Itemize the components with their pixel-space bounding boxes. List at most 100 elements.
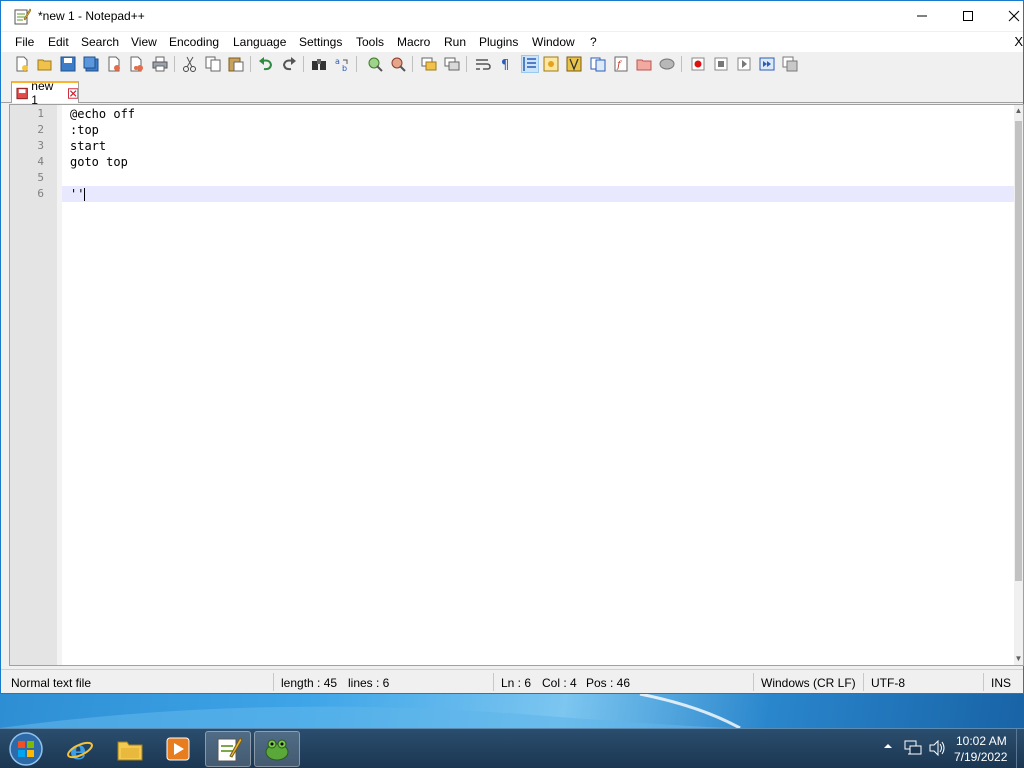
indent-guide-button[interactable] bbox=[521, 55, 539, 73]
word-wrap-button[interactable] bbox=[474, 55, 492, 73]
status-separator bbox=[753, 673, 754, 691]
code-line[interactable]: goto top bbox=[70, 154, 128, 170]
playback-macro-button[interactable] bbox=[735, 55, 753, 73]
tab-label: new 1 bbox=[31, 79, 54, 107]
undo-button[interactable] bbox=[257, 55, 275, 73]
menu-language[interactable]: Language bbox=[233, 35, 286, 49]
redo-button[interactable] bbox=[280, 55, 298, 73]
taskbar-python-app[interactable] bbox=[254, 731, 300, 767]
replace-icon: ab bbox=[335, 57, 348, 72]
copy-button[interactable] bbox=[204, 55, 222, 73]
toolbar-separator bbox=[356, 56, 357, 72]
print-button[interactable] bbox=[151, 55, 169, 73]
start-button[interactable] bbox=[6, 730, 46, 768]
save-button[interactable] bbox=[59, 55, 77, 73]
menu-settings[interactable]: Settings bbox=[299, 35, 342, 49]
clock-time[interactable]: 10:02 AM bbox=[956, 734, 1007, 748]
code-line[interactable]: :top bbox=[70, 122, 99, 138]
taskbar-media-player[interactable] bbox=[155, 731, 201, 767]
document-map-button[interactable] bbox=[565, 55, 583, 73]
status-eol-format[interactable]: Windows (CR LF) bbox=[761, 676, 856, 690]
menu-macro[interactable]: Macro bbox=[397, 35, 430, 49]
media-player-icon bbox=[166, 737, 190, 761]
zoom-in-button[interactable] bbox=[366, 55, 384, 73]
volume-button[interactable] bbox=[929, 739, 947, 759]
paste-button[interactable] bbox=[227, 55, 245, 73]
menu-search[interactable]: Search bbox=[81, 35, 119, 49]
vertical-scrollbar[interactable]: ▲ ▼ bbox=[1014, 105, 1023, 665]
taskbar-file-explorer[interactable] bbox=[107, 731, 153, 767]
status-insert-mode[interactable]: INS bbox=[991, 676, 1011, 690]
cut-button[interactable] bbox=[181, 55, 199, 73]
save-all-button[interactable] bbox=[82, 55, 100, 73]
file-explorer-icon bbox=[117, 741, 143, 761]
zoom-out-icon bbox=[391, 57, 406, 72]
maximize-button[interactable] bbox=[945, 1, 991, 31]
line-number: 2 bbox=[37, 123, 44, 136]
scroll-down-arrow-icon[interactable]: ▼ bbox=[1014, 653, 1023, 665]
replace-button[interactable]: ab bbox=[333, 55, 351, 73]
close-all-button[interactable] bbox=[128, 55, 146, 73]
close-file-button[interactable] bbox=[105, 55, 123, 73]
taskbar-internet-explorer[interactable]: e bbox=[57, 731, 103, 767]
folder-as-workspace-button[interactable] bbox=[635, 55, 653, 73]
save-macro-button[interactable] bbox=[781, 55, 799, 73]
close-all-icon bbox=[130, 56, 143, 72]
show-all-characters-button[interactable]: ¶ bbox=[497, 55, 515, 73]
menu-edit[interactable]: Edit bbox=[48, 35, 69, 49]
minimize-button[interactable] bbox=[899, 1, 945, 31]
scroll-up-arrow-icon[interactable]: ▲ bbox=[1014, 105, 1023, 117]
tab-new-1[interactable]: new 1 bbox=[11, 79, 79, 107]
network-icon bbox=[904, 740, 922, 755]
close-document-button[interactable]: X bbox=[1014, 34, 1023, 49]
code-line[interactable]: start bbox=[70, 138, 106, 154]
sync-vertical-icon bbox=[421, 57, 437, 71]
new-file-button[interactable] bbox=[13, 55, 31, 73]
taskbar: e 10:02 AM 7/19/2022 bbox=[0, 728, 1024, 768]
show-desktop-button[interactable] bbox=[1016, 729, 1024, 768]
title-bar[interactable]: *new 1 - Notepad++ bbox=[1, 1, 1023, 31]
menu-help[interactable]: ? bbox=[590, 35, 597, 49]
sync-vertical-button[interactable] bbox=[420, 55, 438, 73]
scrollbar-thumb[interactable] bbox=[1015, 121, 1022, 581]
record-macro-button[interactable] bbox=[689, 55, 707, 73]
code-line[interactable]: '' bbox=[70, 186, 84, 202]
clock-date[interactable]: 7/19/2022 bbox=[954, 750, 1007, 764]
status-length: length : 45 bbox=[281, 676, 338, 690]
user-defined-language-button[interactable] bbox=[542, 55, 560, 73]
menu-view[interactable]: View bbox=[131, 35, 157, 49]
status-encoding[interactable]: UTF-8 bbox=[871, 676, 905, 690]
zoom-out-button[interactable] bbox=[389, 55, 407, 73]
sync-horizontal-button[interactable] bbox=[443, 55, 461, 73]
monitoring-button[interactable] bbox=[658, 55, 676, 73]
chevron-up-icon bbox=[884, 744, 892, 748]
windows-start-orb-icon bbox=[9, 732, 43, 766]
find-button[interactable] bbox=[310, 55, 328, 73]
minimize-icon bbox=[917, 15, 927, 17]
svg-text:¶: ¶ bbox=[501, 58, 509, 72]
svg-text:a: a bbox=[335, 57, 340, 66]
taskbar-notepadpp[interactable] bbox=[205, 731, 251, 767]
close-window-button[interactable] bbox=[991, 1, 1024, 31]
menu-file[interactable]: File bbox=[15, 35, 34, 49]
menu-plugins[interactable]: Plugins bbox=[479, 35, 518, 49]
function-list-button[interactable]: f bbox=[612, 55, 630, 73]
save-all-icon bbox=[83, 56, 99, 72]
playback-macro-icon bbox=[737, 57, 751, 71]
window-title: *new 1 - Notepad++ bbox=[38, 9, 145, 23]
open-file-button[interactable] bbox=[36, 55, 54, 73]
tab-close-icon[interactable] bbox=[67, 87, 78, 99]
menu-encoding[interactable]: Encoding bbox=[169, 35, 219, 49]
network-status-button[interactable] bbox=[904, 740, 922, 759]
menu-run[interactable]: Run bbox=[444, 35, 466, 49]
menu-window[interactable]: Window bbox=[532, 35, 575, 49]
text-editor[interactable]: 1 2 3 4 5 6 @echo off :top start goto to… bbox=[9, 104, 1024, 666]
run-macro-multiple-button[interactable] bbox=[758, 55, 776, 73]
toolbar-separator bbox=[681, 56, 682, 72]
code-line[interactable]: @echo off bbox=[70, 106, 135, 122]
indent-guide-icon bbox=[523, 57, 536, 71]
stop-recording-button[interactable] bbox=[712, 55, 730, 73]
show-hidden-icons-button[interactable] bbox=[883, 740, 893, 754]
menu-tools[interactable]: Tools bbox=[356, 35, 384, 49]
document-list-button[interactable] bbox=[589, 55, 607, 73]
